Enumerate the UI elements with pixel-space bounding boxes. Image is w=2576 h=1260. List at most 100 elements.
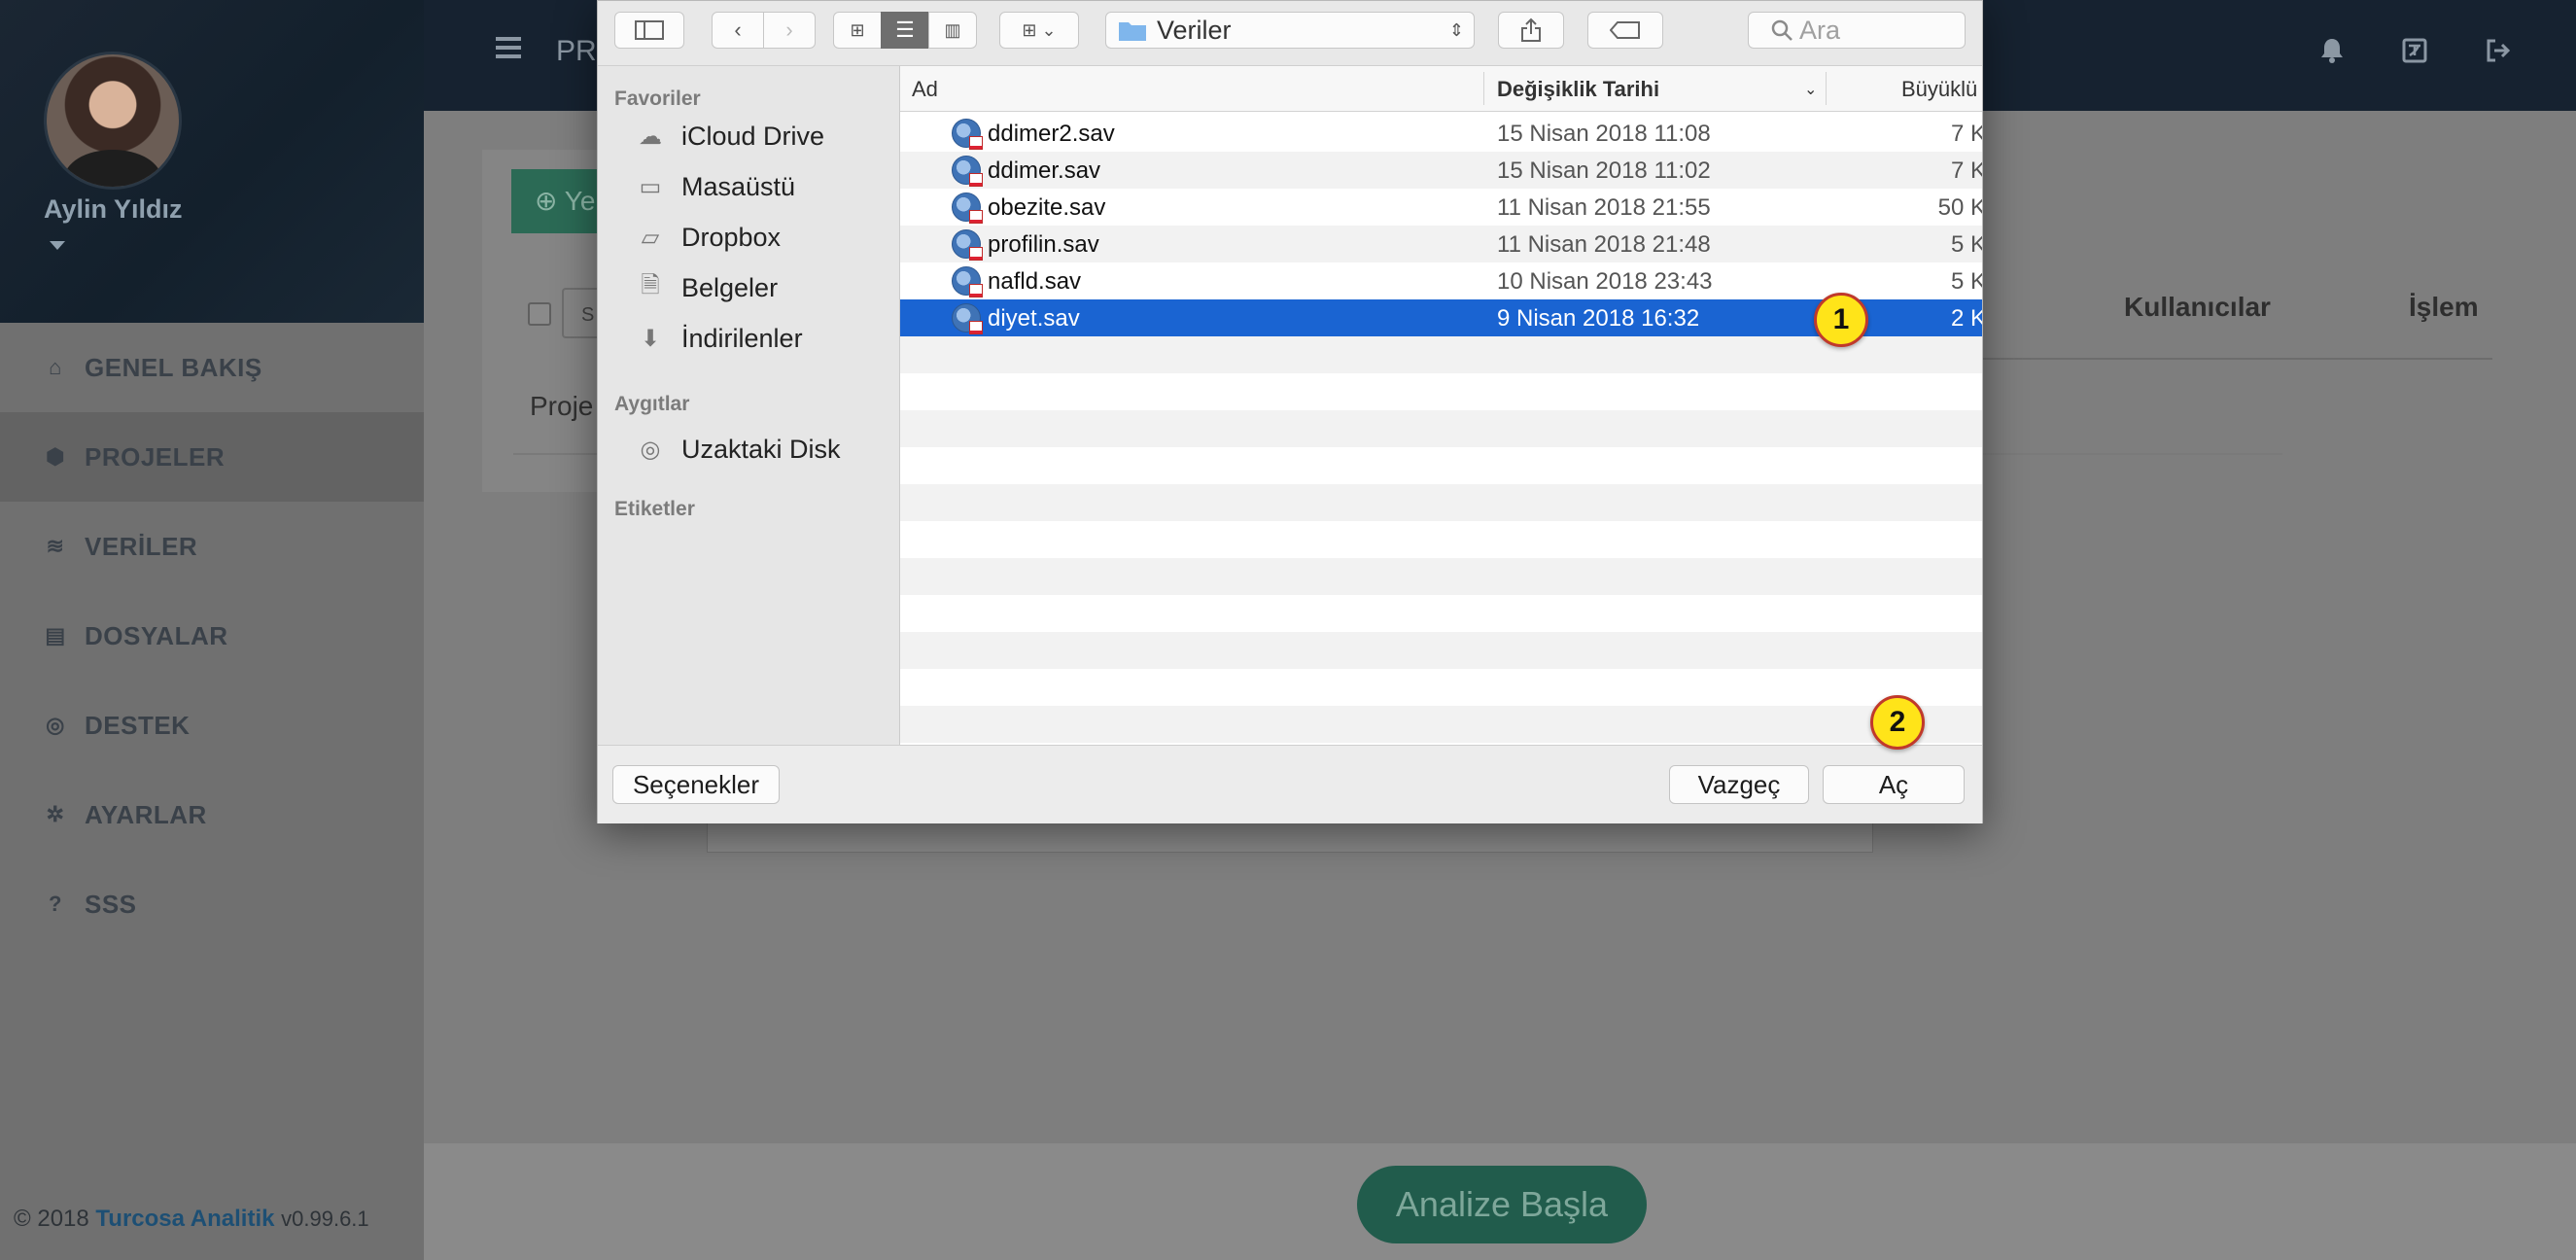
- sav-file-icon: [952, 119, 983, 150]
- cancel-button[interactable]: Vazgeç: [1669, 765, 1809, 804]
- table-row-project[interactable]: Proje: [530, 391, 593, 422]
- share-button[interactable]: [1498, 12, 1564, 49]
- empty-row: [900, 706, 1982, 743]
- column-header-date[interactable]: Değişiklik Tarihi: [1497, 77, 1659, 102]
- select-all-checkbox[interactable]: [528, 302, 551, 326]
- sidebar-item-label: GENEL BAKIŞ: [85, 352, 262, 382]
- back-button[interactable]: ‹: [712, 12, 764, 49]
- dialog-sidebar: Favoriler ☁ iCloud Drive ▭ Masaüstü ▱ Dr…: [598, 66, 900, 745]
- search-placeholder: Ara: [1799, 15, 1841, 45]
- sidebar-item-ayarlar[interactable]: ✲ AYARLAR: [0, 770, 424, 859]
- file-name: ddimer.sav: [988, 158, 1101, 184]
- file-row[interactable]: ddimer2.sav 15 Nisan 2018 11:08 7 K: [900, 115, 1982, 152]
- sidebar-item-remote-disc[interactable]: ◎ Uzaktaki Disk: [598, 428, 899, 471]
- language-icon[interactable]: [2401, 37, 2428, 64]
- sidebar-item-dropbox[interactable]: ▱ Dropbox: [598, 216, 899, 259]
- file-date: 9 Nisan 2018 16:32: [1497, 305, 1700, 332]
- list-view-button[interactable]: ☰: [881, 12, 929, 49]
- column-header-users: Kullanıcılar: [2124, 292, 2271, 322]
- file-row[interactable]: ddimer.sav 15 Nisan 2018 11:02 7 K: [900, 152, 1982, 189]
- sav-file-icon: [952, 303, 983, 334]
- sidebar-item-label: DESTEK: [85, 710, 191, 740]
- sidebar-footer: © 2018 Turcosa Analitik v0.99.6.1: [14, 1206, 369, 1233]
- file-name: nafld.sav: [988, 268, 1082, 295]
- location-popup[interactable]: Veriler ⇕: [1105, 12, 1475, 49]
- sidebar-item-icloud[interactable]: ☁ iCloud Drive: [598, 115, 899, 158]
- sidebar-toggle-button[interactable]: [614, 12, 684, 49]
- file-size: 50 K: [1937, 194, 1982, 221]
- tag-icon: [1610, 21, 1640, 39]
- hamburger-menu-icon[interactable]: [496, 37, 521, 58]
- options-button[interactable]: Seçenekler: [612, 765, 780, 804]
- group-arrange-button[interactable]: ⊞ ⌄: [999, 12, 1079, 49]
- logout-icon[interactable]: [2484, 37, 2511, 64]
- dialog-footer: Seçenekler Vazgeç Aç: [598, 745, 1982, 823]
- tags-header: Etiketler: [614, 498, 695, 520]
- folder-icon: ▱: [641, 224, 660, 251]
- column-view-button[interactable]: ▥: [928, 12, 977, 49]
- download-icon: ⬇: [640, 325, 661, 352]
- folder-icon: [1119, 22, 1146, 41]
- callout-marker-2: 2: [1870, 695, 1925, 750]
- avatar[interactable]: [44, 52, 182, 190]
- empty-row: [900, 410, 1982, 447]
- cube-icon: ⬢: [46, 444, 65, 469]
- sidebar-item-veriler[interactable]: ≋ VERİLER: [0, 502, 424, 591]
- bell-icon[interactable]: [2318, 37, 2346, 64]
- search-icon: [1771, 19, 1793, 41]
- callout-marker-1: 1: [1814, 293, 1868, 347]
- file-date: 15 Nisan 2018 11:08: [1497, 121, 1711, 147]
- file-date: 11 Nisan 2018 21:48: [1497, 231, 1711, 258]
- file-size: 7 K: [1950, 121, 1982, 147]
- sidebar-toggle-icon: [635, 20, 664, 40]
- sidebar-item-dosyalar[interactable]: ▤ DOSYALAR: [0, 591, 424, 681]
- sav-file-icon: [952, 266, 983, 298]
- page-title: PR: [556, 35, 597, 67]
- sort-chevron-icon[interactable]: ⌄: [1804, 80, 1817, 99]
- column-header-size[interactable]: Büyüklü: [1901, 77, 1977, 102]
- share-icon: [1521, 18, 1541, 42]
- sidebar-item-label: SSS: [85, 889, 137, 919]
- empty-row: [900, 558, 1982, 595]
- open-button[interactable]: Aç: [1823, 765, 1965, 804]
- empty-row: [900, 336, 1982, 373]
- file-row[interactable]: profilin.sav 11 Nisan 2018 21:48 5 K: [900, 226, 1982, 262]
- column-header-action: İşlem: [2409, 292, 2479, 322]
- file-open-dialog: ‹ › ⊞ ☰ ▥ ⊞ ⌄ Veriler ⇕ Ara Favoriler ☁ …: [597, 0, 1983, 823]
- location-label: Veriler: [1157, 15, 1232, 45]
- lifebuoy-icon: ◎: [46, 713, 65, 737]
- file-date: 11 Nisan 2018 21:55: [1497, 194, 1711, 221]
- column-header-name[interactable]: Ad: [912, 77, 938, 102]
- devices-header: Aygıtlar: [614, 393, 690, 415]
- icon-view-button[interactable]: ⊞: [833, 12, 882, 49]
- file-size: 5 K: [1950, 231, 1982, 258]
- tag-button[interactable]: [1587, 12, 1663, 49]
- sidebar-item-downloads[interactable]: ⬇ İndirilenler: [598, 317, 899, 360]
- sidebar-item-desktop[interactable]: ▭ Masaüstü: [598, 165, 899, 208]
- chevron-updown-icon: ⇕: [1448, 19, 1464, 40]
- brand-link[interactable]: Turcosa Analitik: [95, 1206, 274, 1232]
- sav-file-icon: [952, 229, 983, 261]
- file-name: obezite.sav: [988, 194, 1106, 221]
- file-list-header: Ad Değişiklik Tarihi ⌄ Büyüklü: [900, 66, 1982, 112]
- plus-circle-icon: ⊕: [535, 186, 565, 216]
- start-analysis-button[interactable]: Analize Başla: [1357, 1166, 1647, 1243]
- sidebar-item-documents[interactable]: 🗎 Belgeler: [598, 266, 899, 309]
- version: v0.99.6.1: [281, 1207, 369, 1231]
- user-menu-caret-icon[interactable]: [50, 241, 65, 250]
- file-row[interactable]: nafld.sav 10 Nisan 2018 23:43 5 K: [900, 262, 1982, 299]
- divider: [1483, 72, 1484, 105]
- sidebar-item-sss[interactable]: ? SSS: [0, 859, 424, 949]
- sidebar-item-destek[interactable]: ◎ DESTEK: [0, 681, 424, 770]
- sidebar-item-genel-bakis[interactable]: ⌂ GENEL BAKIŞ: [0, 323, 424, 412]
- home-icon: ⌂: [49, 355, 62, 379]
- copyright: © 2018: [14, 1206, 89, 1232]
- file-row[interactable]: obezite.sav 11 Nisan 2018 21:55 50 K: [900, 189, 1982, 226]
- file-date: 10 Nisan 2018 23:43: [1497, 268, 1713, 295]
- cloud-icon: ☁: [639, 122, 662, 150]
- search-field[interactable]: Ara: [1748, 12, 1966, 49]
- empty-row: [900, 484, 1982, 521]
- sidebar-item-projeler[interactable]: ⬢ PROJELER: [0, 412, 424, 502]
- select-dropdown[interactable]: S: [562, 288, 601, 338]
- forward-button[interactable]: ›: [763, 12, 816, 49]
